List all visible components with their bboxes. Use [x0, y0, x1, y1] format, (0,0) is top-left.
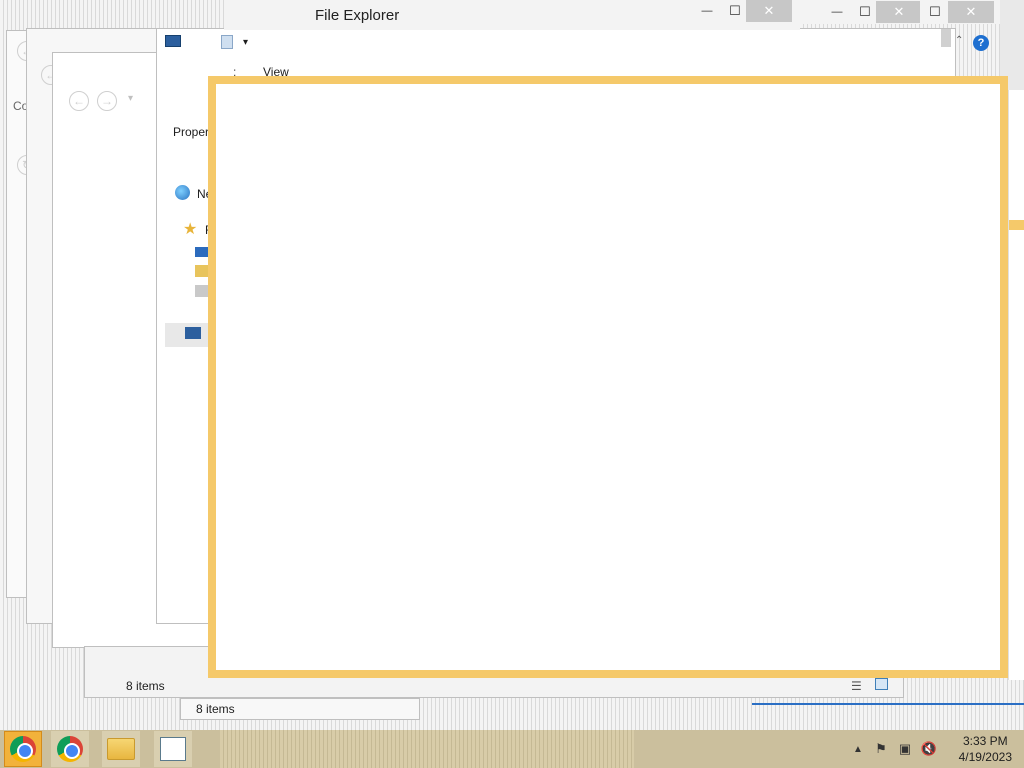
action-center-flag-icon[interactable]: ⚑: [873, 741, 889, 757]
taskbar-app-other[interactable]: [154, 731, 192, 767]
desktop-icon: [195, 247, 209, 257]
network-icon: [175, 185, 190, 200]
favorites-star-icon: ★: [183, 221, 198, 238]
quick-access-icon[interactable]: [221, 35, 233, 49]
recent-places-icon: [195, 285, 209, 297]
back-window-controls-3: ☐ ✕: [920, 0, 1024, 90]
taskbar-clock[interactable]: 3:33 PM 4/19/2023: [959, 733, 1012, 765]
computer-icon: [165, 35, 181, 47]
large-icons-view-icon[interactable]: [875, 678, 888, 690]
recent-locations-icon[interactable]: ▾: [128, 93, 133, 104]
clock-date: 4/19/2023: [958, 750, 1012, 764]
close-button[interactable]: ✕: [746, 0, 792, 22]
properties-label[interactable]: Propert: [173, 125, 212, 139]
taskbar-stripes: [220, 730, 634, 768]
close-button-3[interactable]: ✕: [948, 1, 994, 23]
status-items-count-2: 8 items: [196, 702, 235, 716]
taskbar-app-file-explorer[interactable]: [102, 731, 140, 767]
folder-icon: [107, 738, 135, 760]
ribbon-collapse-icon[interactable]: ⌃: [955, 35, 963, 46]
main-window-content[interactable]: [216, 84, 1000, 670]
chrome-icon: [10, 736, 36, 762]
details-view-icon[interactable]: ☰: [851, 679, 862, 693]
background-window-status-2: 8 items: [180, 698, 420, 720]
scrollbar[interactable]: [941, 29, 951, 47]
network-tray-icon[interactable]: ▣: [897, 741, 913, 757]
volume-muted-icon[interactable]: 🔇: [921, 741, 937, 757]
app-window-icon: [160, 737, 186, 761]
back-icon[interactable]: ←: [69, 91, 89, 111]
help-icon[interactable]: ?: [973, 35, 989, 51]
back-window-controls-2: — ☐ ✕: [800, 0, 922, 24]
quick-access-dropdown-icon[interactable]: ▾: [243, 37, 248, 48]
blue-edge: [752, 703, 1024, 705]
chrome-icon: [57, 736, 83, 762]
this-pc-icon: [185, 327, 201, 339]
downloads-icon: [195, 265, 209, 277]
main-window-frame[interactable]: [208, 76, 1008, 678]
forward-icon[interactable]: →: [97, 91, 117, 111]
right-edge-window: [1008, 90, 1024, 680]
show-hidden-icons-icon[interactable]: ▲: [850, 741, 866, 757]
main-titlebar[interactable]: File Explorer — ☐ ✕: [224, 0, 800, 30]
main-window-title: File Explorer: [315, 7, 400, 24]
taskbar-app-chrome-1[interactable]: [4, 731, 42, 767]
right-edge-accent: [1009, 220, 1024, 230]
clock-time: 3:33 PM: [962, 734, 1008, 748]
taskbar-app-chrome-2[interactable]: [51, 731, 89, 767]
status-items-count: 8 items: [126, 679, 165, 693]
